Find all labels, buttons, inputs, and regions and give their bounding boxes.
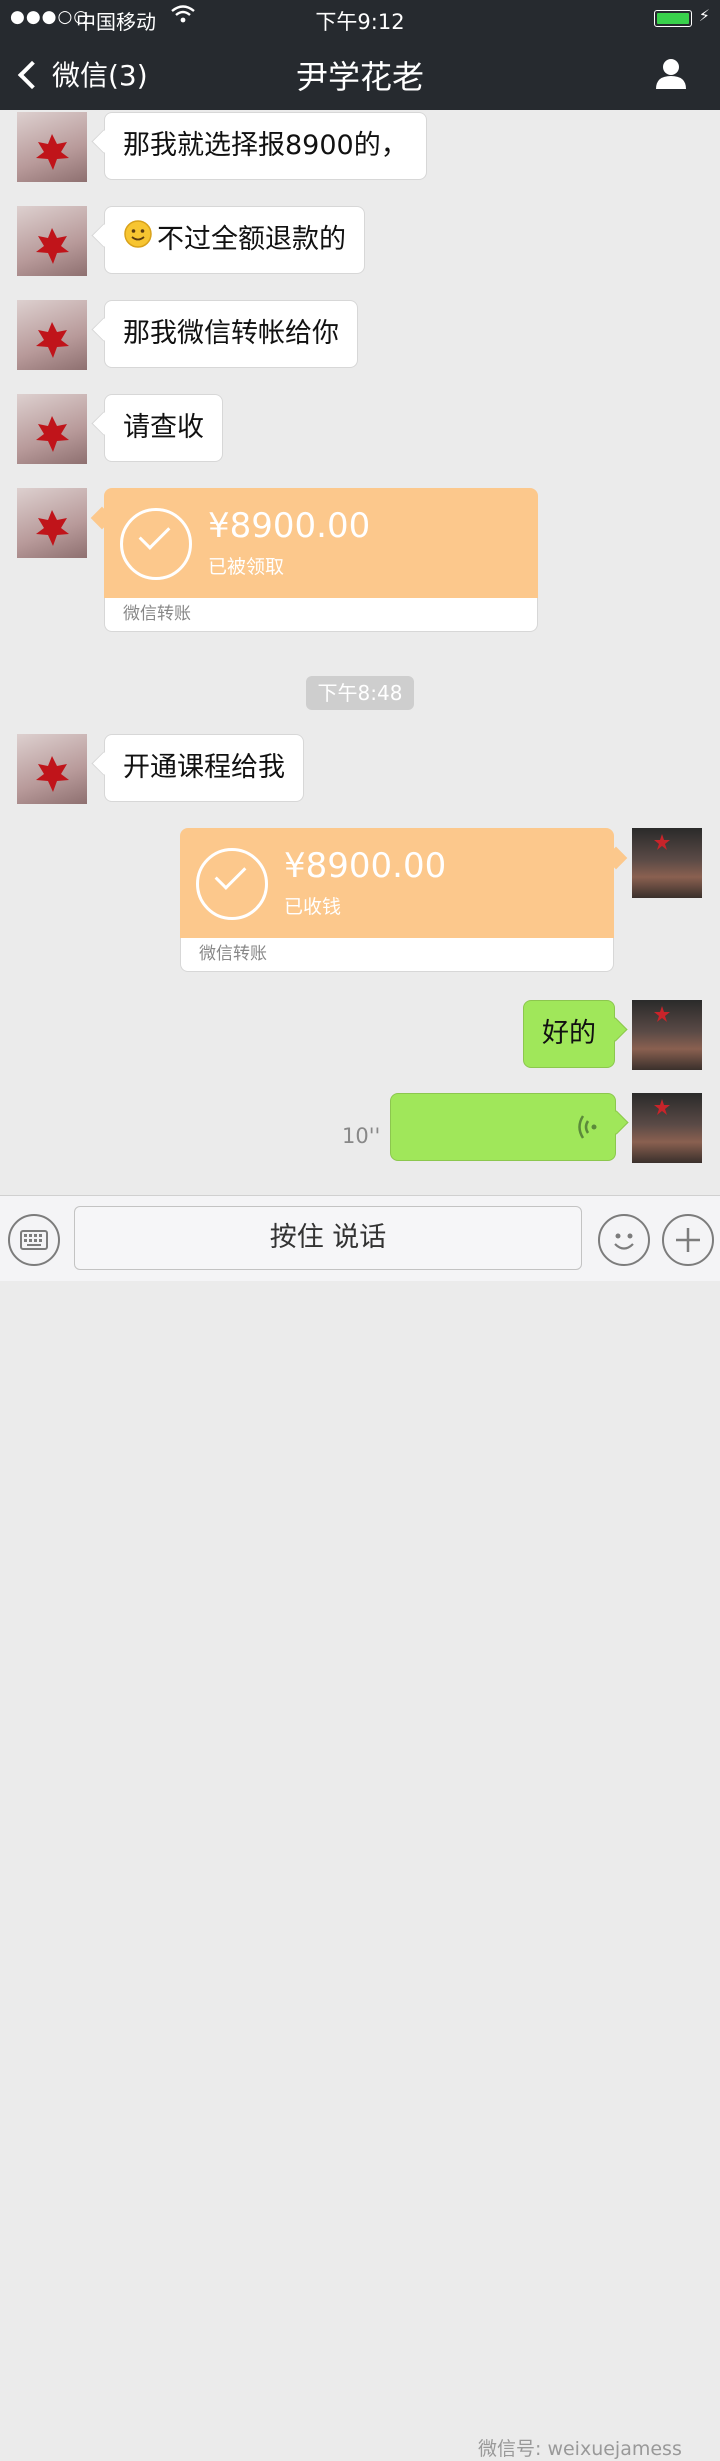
message-text: 请查收: [123, 412, 204, 443]
contact-avatar[interactable]: [17, 112, 87, 182]
chat-title: 尹学花老: [295, 58, 424, 96]
message-text: 好的: [542, 1018, 596, 1049]
hold-to-talk-button[interactable]: 按住 说话: [74, 1206, 582, 1270]
transfer-card-received[interactable]: ¥8900.00 已被领取 微信转账: [104, 488, 538, 632]
chat-header: 微信(3) 尹学花老: [0, 36, 720, 110]
message-text: 那我微信转帐给你: [123, 318, 339, 349]
my-avatar[interactable]: [632, 828, 702, 898]
contact-avatar[interactable]: [17, 394, 87, 464]
voice-duration: 10'': [342, 1124, 381, 1148]
voice-message[interactable]: [390, 1093, 616, 1161]
received-message[interactable]: 开通课程给我: [104, 734, 304, 802]
contact-avatar[interactable]: [17, 300, 87, 370]
received-message[interactable]: 那我就选择报8900的，: [104, 112, 427, 180]
smiley-emoji-icon: [123, 208, 153, 274]
checkmark-circle-icon: [120, 508, 192, 580]
transfer-footer: 微信转账: [123, 604, 191, 624]
status-bar: ●●●○○ 中国移动 下午9:12 ⚡: [0, 0, 720, 36]
battery-icon: [654, 10, 692, 27]
charging-icon: ⚡: [698, 6, 710, 25]
voice-wave-icon: [575, 1112, 599, 1146]
emoji-icon[interactable]: [598, 1214, 650, 1266]
transfer-amount: ¥8900.00: [284, 846, 447, 886]
watermark-text: 微信号: weixuejamess: [478, 2438, 682, 2460]
transfer-footer: 微信转账: [199, 944, 267, 964]
transfer-status: 已被领取: [208, 556, 285, 578]
message-timestamp: 下午8:48: [306, 676, 414, 710]
my-avatar[interactable]: [632, 1000, 702, 1070]
contact-profile-icon[interactable]: [654, 56, 688, 90]
contact-avatar[interactable]: [17, 734, 87, 804]
message-text: 开通课程给我: [123, 752, 285, 783]
status-time: 下午9:12: [315, 10, 405, 34]
transfer-card-sent[interactable]: ¥8900.00 已收钱 微信转账: [180, 828, 614, 972]
checkmark-circle-icon: [196, 848, 268, 920]
received-message[interactable]: 那我微信转帐给你: [104, 300, 358, 368]
transfer-amount: ¥8900.00: [208, 506, 371, 546]
contact-avatar[interactable]: [17, 488, 87, 558]
keyboard-icon[interactable]: [8, 1214, 60, 1266]
transfer-status: 已收钱: [284, 896, 342, 918]
message-list[interactable]: 那我就选择报8900的， 不过全额退款的 那我微信转帐给你 请查收 ¥8900.…: [0, 110, 720, 1195]
sent-message[interactable]: 好的: [523, 1000, 615, 1068]
contact-avatar[interactable]: [17, 206, 87, 276]
plus-icon[interactable]: [662, 1214, 714, 1266]
input-bar: 按住 说话 微信号: weixuejamess: [0, 1195, 720, 2460]
received-message[interactable]: 请查收: [104, 394, 223, 462]
message-text: 不过全额退款的: [157, 224, 346, 255]
message-text: 那我就选择报8900的，: [123, 130, 408, 161]
my-avatar[interactable]: [632, 1093, 702, 1163]
received-message[interactable]: 不过全额退款的: [104, 206, 365, 274]
